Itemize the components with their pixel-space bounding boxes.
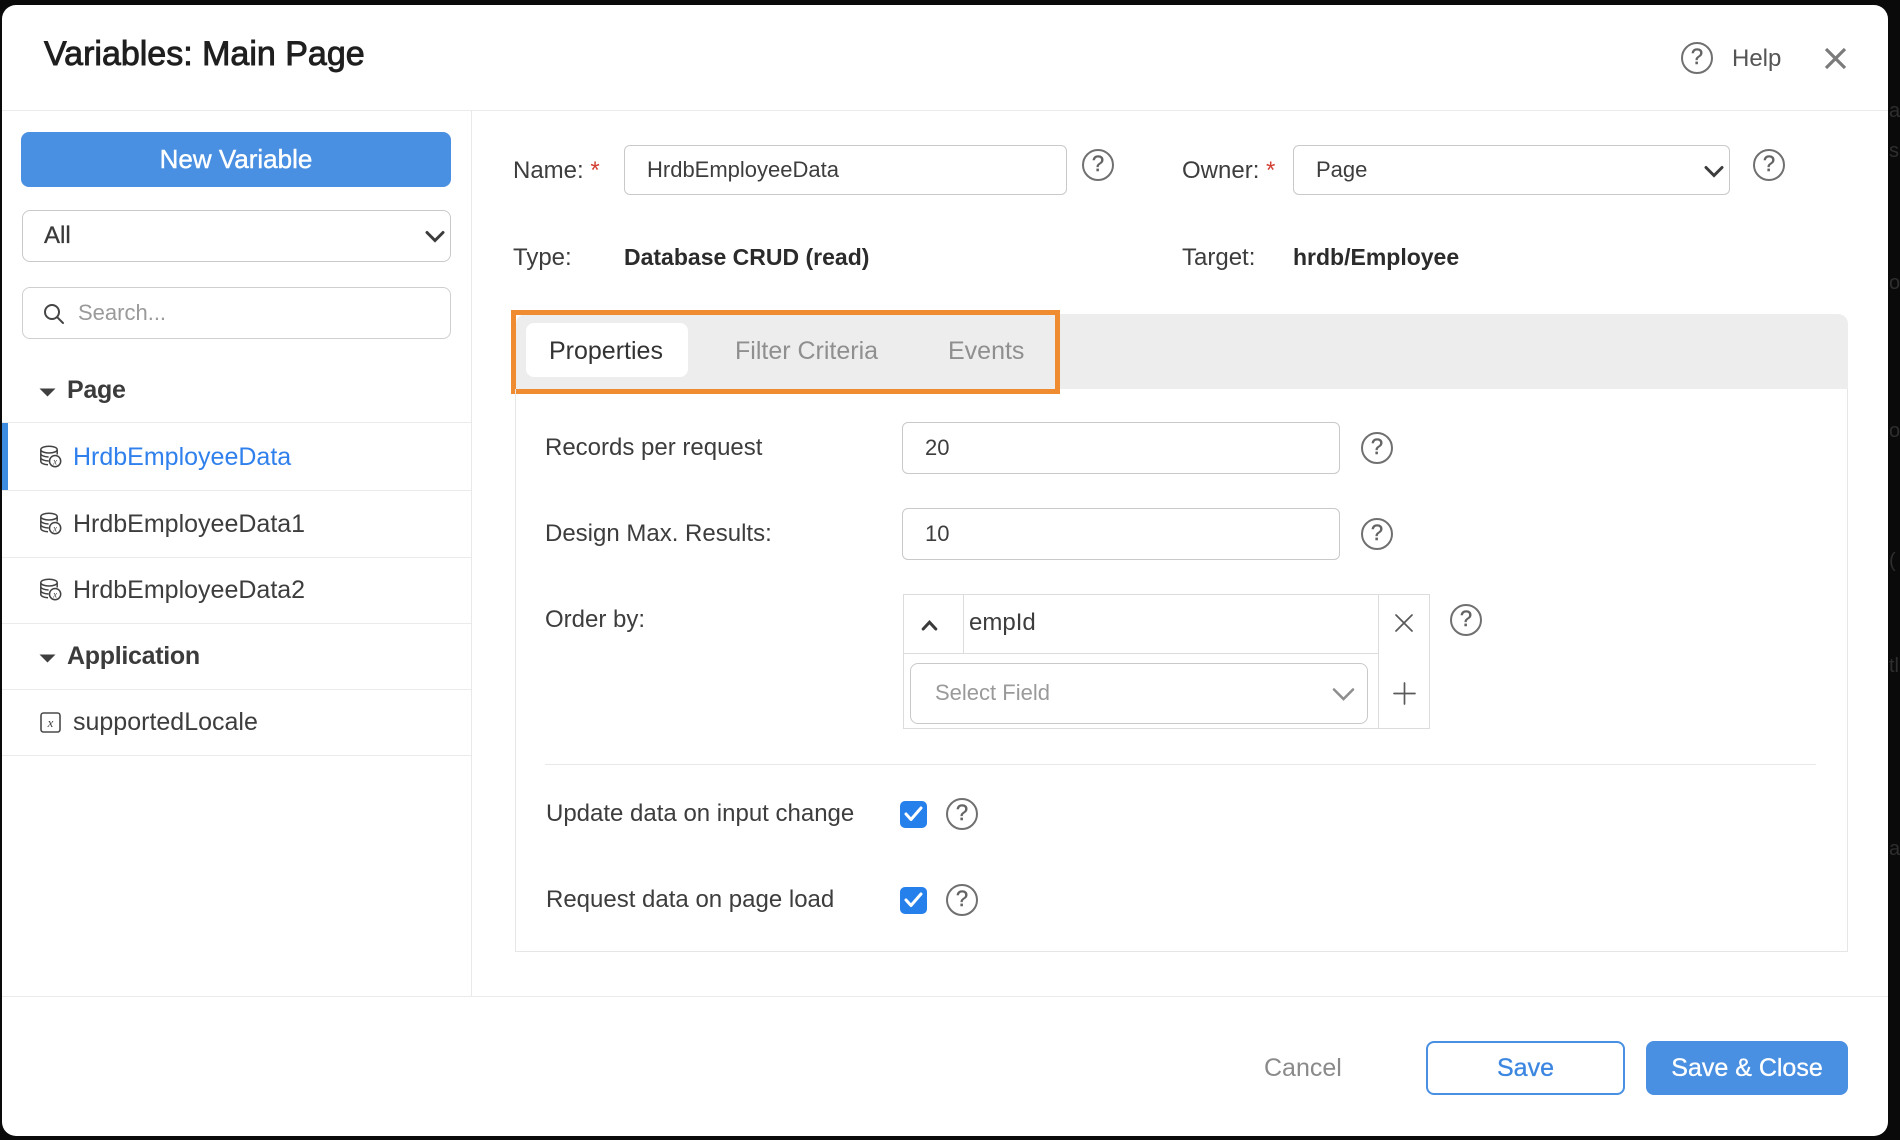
svg-text:x: x	[52, 589, 57, 599]
svg-text:x: x	[52, 456, 57, 466]
svg-text:x: x	[52, 523, 57, 533]
svg-text:x: x	[47, 715, 54, 730]
